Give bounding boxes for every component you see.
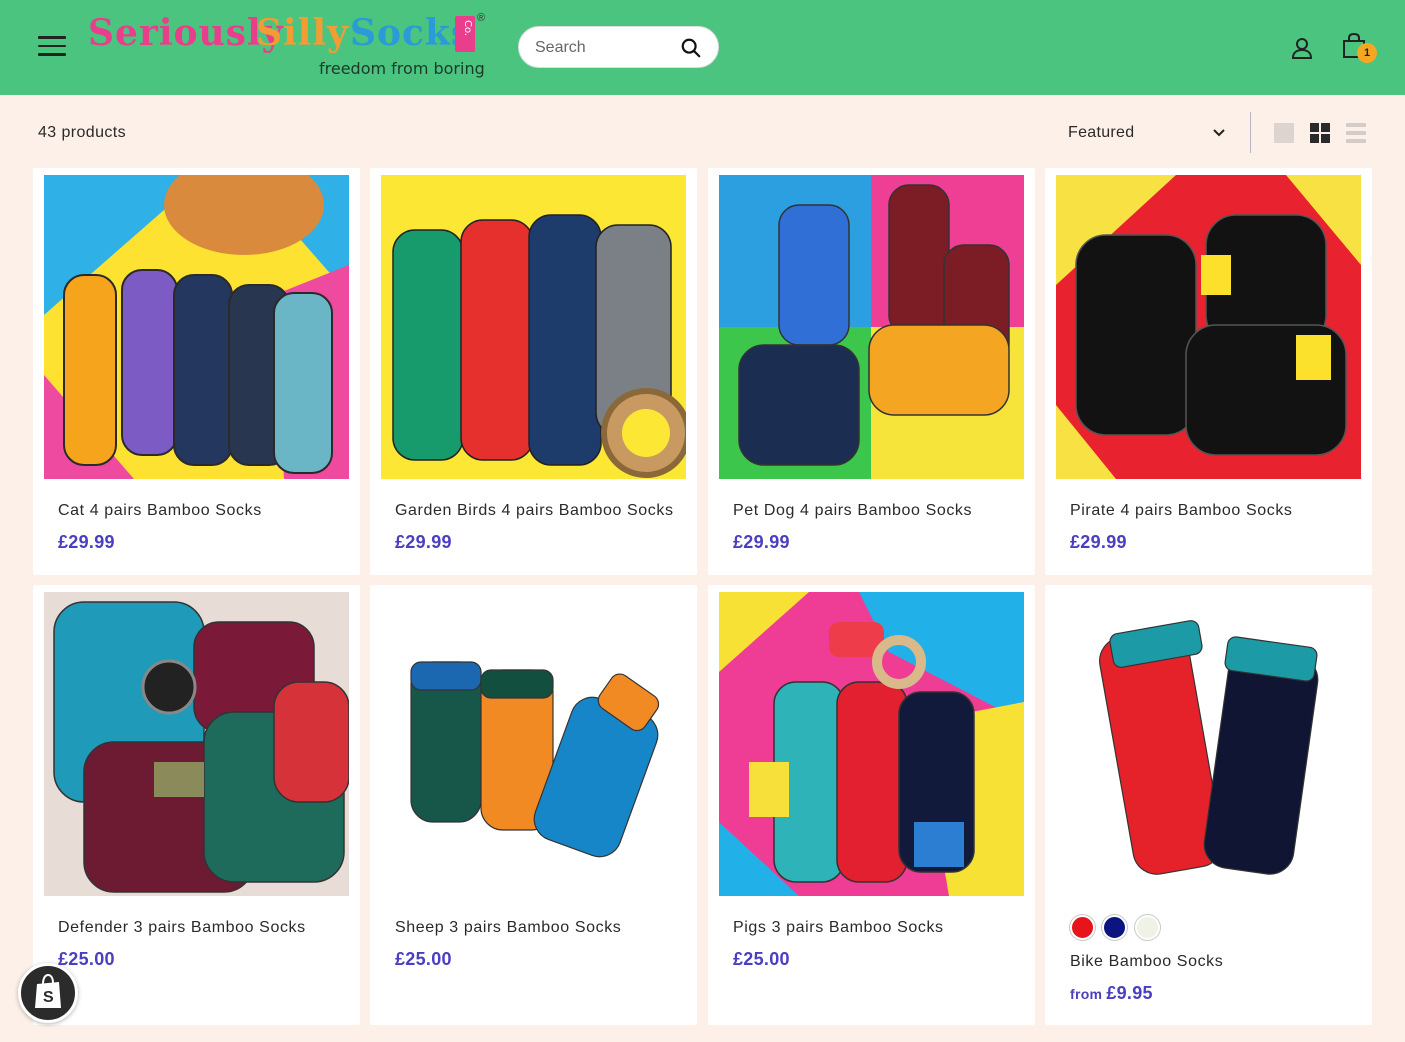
price-value: £9.95 [1106,983,1153,1003]
product-card[interactable]: Pirate 4 pairs Bamboo Socks £29.99 [1045,168,1372,575]
search-icon[interactable] [680,37,702,59]
product-image[interactable] [719,592,1024,896]
product-price: £25.00 [733,949,790,969]
color-swatch-red[interactable] [1070,915,1095,940]
product-image[interactable] [44,592,349,896]
product-card[interactable]: Sheep 3 pairs Bamboo Socks £25.00 [370,585,697,1025]
chevron-down-icon [1213,129,1225,137]
cart-count-badge: 1 [1357,43,1377,63]
product-title[interactable]: Pigs 3 pairs Bamboo Socks [733,919,944,937]
search-box [518,26,719,68]
account-icon[interactable] [1290,36,1314,60]
logo-registered: ® [477,12,486,24]
product-card[interactable]: Defender 3 pairs Bamboo Socks £25.00 [33,585,360,1025]
logo-co-mark: Co. [455,16,475,52]
product-title[interactable]: Pirate 4 pairs Bamboo Socks [1070,502,1293,520]
product-title[interactable]: Bike Bamboo Socks [1070,953,1223,971]
view-large-icon[interactable] [1274,123,1294,143]
search-input[interactable] [535,37,675,59]
product-image[interactable] [1056,592,1361,896]
product-card[interactable]: Bike Bamboo Socks from £9.95 [1045,585,1372,1025]
product-card[interactable]: Garden Birds 4 pairs Bamboo Socks £29.99 [370,168,697,575]
product-price: £25.00 [395,949,452,969]
site-header: Seriously Silly Socks Co. ® freedom from… [0,0,1405,95]
svg-text:S: S [43,989,54,1006]
product-image[interactable] [1056,175,1361,479]
product-price: £29.99 [58,532,115,552]
product-title[interactable]: Defender 3 pairs Bamboo Socks [58,919,306,937]
product-image[interactable] [719,175,1024,479]
product-title[interactable]: Pet Dog 4 pairs Bamboo Socks [733,502,972,520]
product-price: £29.99 [1070,532,1127,552]
logo-tagline: freedom from boring [319,59,485,78]
price-prefix: from [1070,986,1103,1002]
product-image[interactable] [44,175,349,479]
view-list-icon[interactable] [1346,123,1366,143]
product-price: £29.99 [733,532,790,552]
product-card[interactable]: Pet Dog 4 pairs Bamboo Socks £29.99 [708,168,1035,575]
sort-select[interactable]: Featured [1068,120,1228,146]
product-title[interactable]: Sheep 3 pairs Bamboo Socks [395,919,621,937]
menu-icon[interactable] [38,36,66,58]
logo-word-socks: Socks [350,12,473,54]
product-image[interactable] [381,175,686,479]
logo-word-seriously: Seriously [88,12,284,54]
color-swatch-pattern[interactable] [1135,915,1160,940]
color-swatch-navy[interactable] [1102,915,1127,940]
view-grid-icon[interactable] [1310,123,1330,143]
product-title[interactable]: Cat 4 pairs Bamboo Socks [58,502,262,520]
logo-word-silly: Silly [256,12,349,54]
sort-label: Featured [1068,124,1135,141]
product-card[interactable]: Cat 4 pairs Bamboo Socks £29.99 [33,168,360,575]
product-title[interactable]: Garden Birds 4 pairs Bamboo Socks [395,502,674,520]
product-image[interactable] [381,592,686,896]
product-price: £29.99 [395,532,452,552]
product-card[interactable]: Pigs 3 pairs Bamboo Socks £25.00 [708,585,1035,1025]
product-price: from £9.95 [1070,983,1153,1004]
toolbar-divider [1250,112,1251,153]
site-logo[interactable]: Seriously Silly Socks Co. ® freedom from… [88,12,498,82]
product-count: 43 products [38,124,127,141]
shopify-icon[interactable]: S [18,963,78,1023]
